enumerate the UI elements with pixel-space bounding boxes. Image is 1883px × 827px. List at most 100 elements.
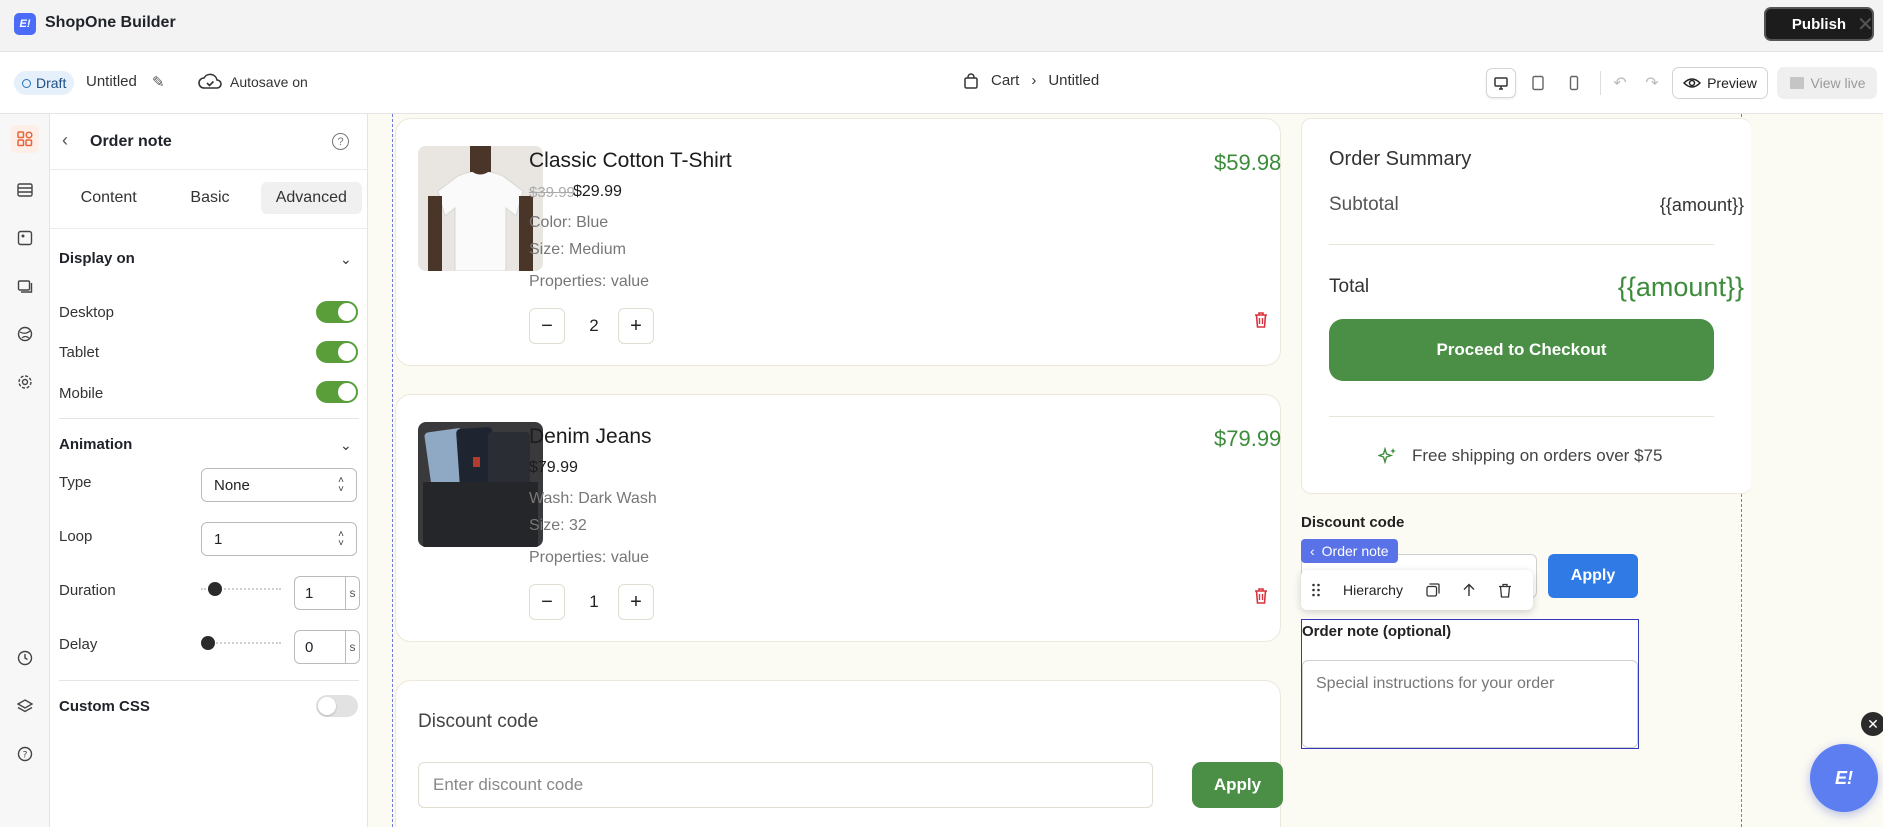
shopone-logo-icon: E!: [14, 13, 36, 35]
mobile-label: Mobile: [59, 385, 104, 402]
order-note-block[interactable]: Order note (optional) Special instructio…: [1301, 619, 1639, 749]
close-icon[interactable]: ✕: [1857, 12, 1874, 37]
animation-type-value: None: [214, 476, 250, 494]
loop-select[interactable]: 1 ˄ ˅: [201, 522, 357, 556]
drag-handle-icon[interactable]: [1301, 570, 1331, 610]
trash-icon[interactable]: [1253, 587, 1269, 605]
decrease-qty-button[interactable]: −: [529, 308, 565, 344]
view-live-button[interactable]: View live: [1777, 67, 1877, 99]
desktop-view-button[interactable]: [1486, 68, 1516, 98]
total-value: {{amount}}: [1617, 272, 1744, 302]
pencil-icon[interactable]: ✎: [152, 73, 165, 91]
order-note-textarea[interactable]: Special instructions for your order: [1302, 660, 1638, 748]
custom-css-toggle[interactable]: [316, 695, 358, 717]
element-toolbar: Hierarchy: [1301, 570, 1533, 610]
eye-icon: [1683, 78, 1702, 88]
mobile-toggle[interactable]: [316, 381, 358, 403]
chevron-right-icon: ›: [1031, 72, 1037, 89]
increase-qty-button[interactable]: +: [618, 584, 654, 620]
tab-advanced[interactable]: Advanced: [260, 182, 362, 214]
product-name[interactable]: Classic Cotton T-Shirt: [529, 149, 732, 173]
delay-slider[interactable]: [201, 636, 281, 650]
sidebar-apply-button[interactable]: Apply: [1548, 554, 1638, 598]
close-icon[interactable]: ✕: [1861, 712, 1883, 736]
increase-qty-button[interactable]: +: [618, 308, 654, 344]
duration-slider[interactable]: [201, 582, 281, 596]
discount-title: Discount code: [418, 711, 539, 732]
product-properties: Properties: value: [529, 549, 650, 566]
slider-knob[interactable]: [208, 582, 222, 596]
delay-value[interactable]: 0: [295, 631, 345, 663]
settings-gear-icon[interactable]: [11, 368, 39, 396]
product-variant: Size: Medium: [529, 241, 626, 258]
type-label: Type: [59, 474, 92, 491]
media-icon[interactable]: [11, 272, 39, 300]
delay-input[interactable]: 0 s: [294, 630, 360, 664]
assets-icon[interactable]: [11, 224, 39, 252]
duration-value[interactable]: 1: [295, 577, 345, 609]
discount-input[interactable]: Enter discount code: [418, 762, 1153, 808]
qty-value[interactable]: 2: [579, 316, 609, 336]
loop-label: Loop: [59, 528, 93, 545]
sparkle-icon: [1378, 446, 1396, 465]
product-variant: Size: 32: [529, 517, 587, 534]
summary-title: Order Summary: [1329, 148, 1472, 170]
duration-unit: s: [345, 577, 359, 609]
qty-value[interactable]: 1: [579, 592, 609, 612]
tab-content[interactable]: Content: [58, 182, 159, 214]
duration-label: Duration: [59, 582, 116, 599]
settings-panel: ‹ Order note ? Content Basic Advanced Di…: [50, 114, 368, 827]
selected-element-chip[interactable]: ‹ Order note: [1301, 539, 1398, 563]
display-on-heading[interactable]: Display on: [59, 250, 135, 267]
product-image[interactable]: [418, 146, 543, 271]
trash-icon[interactable]: [1253, 311, 1269, 329]
total-label: Total: [1329, 276, 1370, 297]
breadcrumb-cart[interactable]: Cart: [991, 72, 1019, 89]
help-circle-icon[interactable]: ?: [11, 740, 39, 768]
breadcrumb-page: Untitled: [1048, 72, 1100, 89]
divider: [1329, 416, 1714, 417]
cart-item-card: Denim Jeans $79.99 Wash: Dark Wash Size:…: [395, 394, 1281, 642]
duration-input[interactable]: 1 s: [294, 576, 360, 610]
redo-button[interactable]: ↷: [1637, 68, 1667, 98]
autosave-status: Autosave on: [198, 73, 308, 91]
subtotal-value: {{amount}}: [1659, 195, 1744, 215]
decrease-qty-button[interactable]: −: [529, 584, 565, 620]
elements-icon[interactable]: [11, 125, 39, 153]
hierarchy-button[interactable]: Hierarchy: [1331, 570, 1415, 610]
arrow-up-icon[interactable]: [1451, 570, 1487, 610]
preview-button[interactable]: Preview: [1672, 67, 1768, 99]
mobile-view-button[interactable]: [1559, 68, 1589, 98]
toolbar-divider: [1600, 71, 1601, 95]
history-icon[interactable]: [11, 644, 39, 672]
checkout-button[interactable]: Proceed to Checkout: [1329, 319, 1714, 381]
apply-discount-button[interactable]: Apply: [1192, 762, 1283, 808]
jeans-image: [418, 422, 543, 547]
product-image[interactable]: [418, 422, 543, 547]
chat-widget-button[interactable]: E!: [1810, 744, 1878, 812]
duplicate-icon[interactable]: [1415, 570, 1451, 610]
back-chevron-icon[interactable]: ‹: [62, 130, 68, 151]
undo-button[interactable]: ↶: [1605, 68, 1635, 98]
globe-icon[interactable]: [11, 320, 39, 348]
animation-heading[interactable]: Animation: [59, 436, 132, 453]
animation-type-select[interactable]: None ˄ ˅: [201, 468, 357, 502]
chevron-down-icon[interactable]: ⌄: [340, 251, 352, 268]
slider-knob[interactable]: [201, 636, 215, 650]
view-live-label: View live: [1810, 75, 1866, 91]
panel-title: Order note: [90, 133, 172, 150]
tablet-view-button[interactable]: [1523, 68, 1553, 98]
product-name[interactable]: Denim Jeans: [529, 425, 652, 449]
document-name[interactable]: Untitled: [86, 73, 137, 90]
chevron-down-icon[interactable]: ⌄: [340, 437, 352, 454]
tab-basic[interactable]: Basic: [159, 182, 260, 214]
app-title: ShopOne Builder: [45, 14, 176, 31]
tablet-toggle[interactable]: [316, 341, 358, 363]
delete-icon[interactable]: [1487, 570, 1523, 610]
product-variant: Wash: Dark Wash: [529, 490, 657, 507]
layers-icon[interactable]: [11, 692, 39, 720]
sections-icon[interactable]: [11, 176, 39, 204]
preview-label: Preview: [1707, 75, 1757, 91]
help-icon[interactable]: ?: [332, 133, 349, 150]
desktop-toggle[interactable]: [316, 301, 358, 323]
